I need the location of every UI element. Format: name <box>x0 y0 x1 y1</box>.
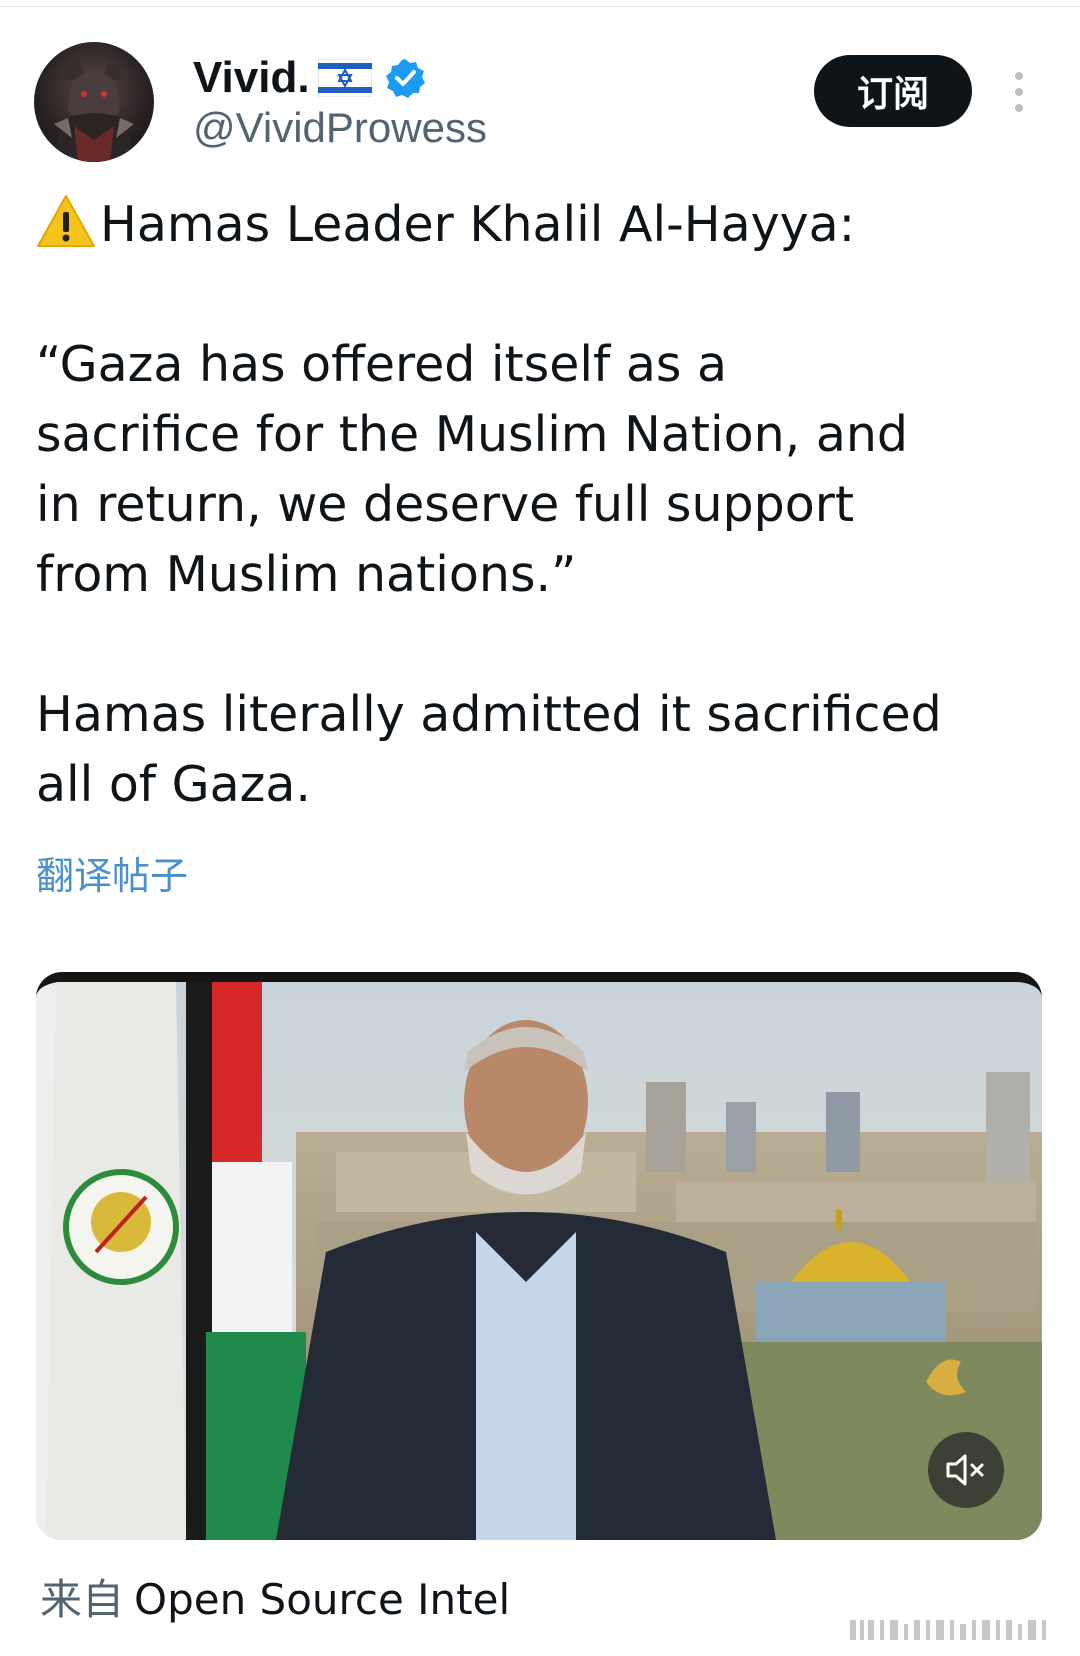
author-avatar[interactable] <box>34 42 154 162</box>
warning-icon <box>37 195 95 247</box>
tweet-comment: Hamas literally admitted it sacrificed a… <box>36 686 942 813</box>
video-source-attribution[interactable]: 来自 Open Source Intel <box>40 1566 510 1627</box>
source-name[interactable]: Open Source Intel <box>134 1575 510 1624</box>
author-name-row[interactable]: Vivid. <box>193 50 426 106</box>
avatar-image <box>54 54 134 162</box>
verified-badge-icon <box>385 59 425 98</box>
tweet-text: Hamas Leader Khalil Al-Hayya: “Gaza has … <box>36 190 1046 820</box>
display-name[interactable]: Vivid. <box>193 53 310 103</box>
top-divider <box>0 6 1080 7</box>
tweet-quote: “Gaza has offered itself as a sacrifice … <box>36 336 908 603</box>
watermark-logo-icon <box>850 1620 1046 1640</box>
mute-toggle-button[interactable] <box>928 1432 1004 1508</box>
video-frame <box>36 982 1042 1540</box>
tweet-line-1: Hamas Leader Khalil Al-Hayya: <box>100 196 856 253</box>
author-handle[interactable]: @VividProwess <box>193 104 487 152</box>
speaker-muted-icon <box>946 1454 984 1486</box>
video-player[interactable] <box>36 972 1042 1540</box>
more-options-icon[interactable] <box>1004 70 1034 114</box>
subscribe-button[interactable]: 订阅 <box>814 55 972 127</box>
translate-post-link[interactable]: 翻译帖子 <box>36 845 188 900</box>
tweet-headline: Hamas Leader Khalil Al-Hayya: <box>36 190 1046 260</box>
source-prefix: 来自 <box>40 1575 125 1624</box>
israel-flag-icon <box>317 59 372 97</box>
